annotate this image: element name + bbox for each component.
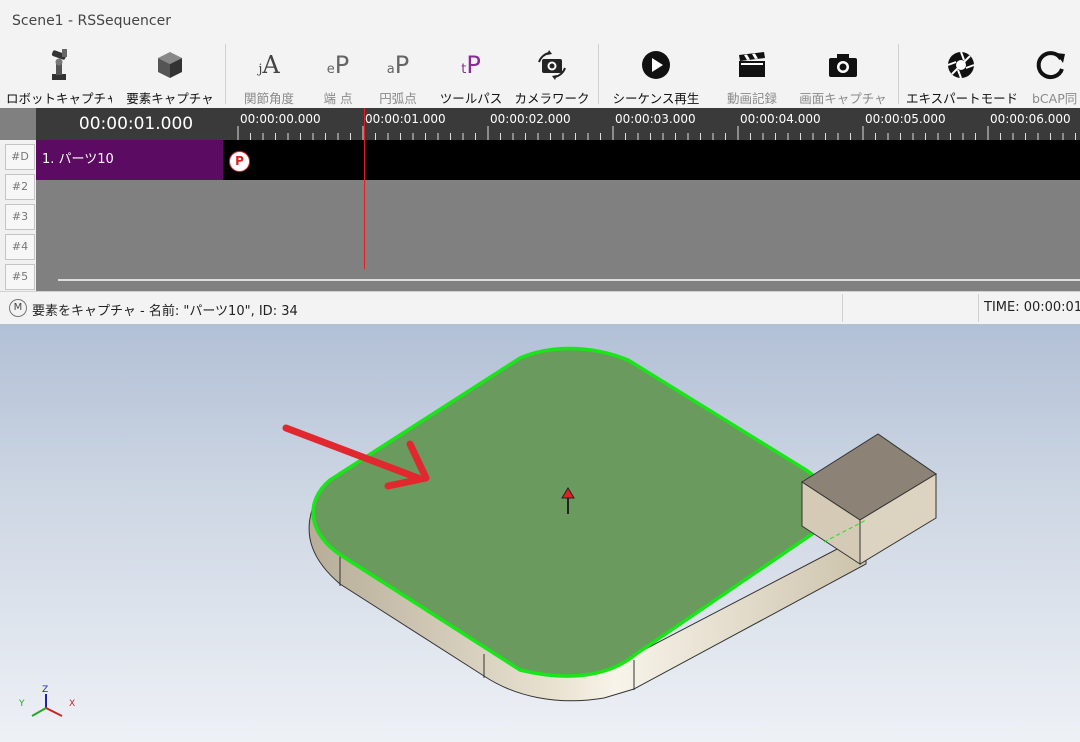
- end-point-button[interactable]: eP 端 点: [310, 44, 366, 108]
- bcap-label: bCAP同: [1032, 91, 1078, 106]
- tool-path-label: ツールパス: [439, 91, 503, 106]
- tick-label: 00:00:02.000: [490, 112, 571, 126]
- status-divider: [842, 294, 843, 322]
- robot-arm-icon: [6, 48, 112, 82]
- tool-path-button[interactable]: tP ツールパス: [434, 44, 508, 108]
- end-point-label: 端 点: [323, 91, 353, 106]
- expert-mode-label: エキスパートモード: [906, 91, 1016, 106]
- bcap-button[interactable]: bCAP同: [1022, 44, 1080, 108]
- mode-badge: M: [9, 299, 27, 317]
- element-capture-button[interactable]: 要素キャプチャ: [122, 44, 218, 108]
- tick-label: 00:00:05.000: [865, 112, 946, 126]
- cube-icon: [122, 48, 218, 82]
- tick-label: 00:00:06.000: [990, 112, 1071, 126]
- row-header[interactable]: #3: [5, 204, 35, 230]
- track-clip-label: 1. パーツ10: [42, 152, 114, 167]
- row-header[interactable]: #D: [5, 144, 35, 170]
- screen-capture-label: 画面キャプチャ: [799, 91, 887, 106]
- part-top-face[interactable]: [311, 346, 833, 678]
- element-capture-label: 要素キャプチャ: [126, 91, 214, 106]
- status-time: TIME: 00:00:01.: [984, 300, 1080, 315]
- timeline-scrollbar[interactable]: [58, 279, 1080, 281]
- arc-point-button[interactable]: aP 円弧点: [368, 44, 428, 108]
- robot-capture-button[interactable]: ロボットキャプチャ: [6, 44, 112, 108]
- track-clip-parts10[interactable]: 1. パーツ10: [36, 140, 223, 180]
- glyph-sub: a: [386, 62, 395, 77]
- toolbar-separator: [598, 44, 599, 104]
- tick-label: 00:00:03.000: [615, 112, 696, 126]
- camera-work-label: カメラワーク: [514, 91, 590, 106]
- position-marker[interactable]: P: [229, 151, 250, 172]
- axis-z-label: Z: [42, 685, 48, 695]
- video-record-button[interactable]: 動画記録: [714, 44, 790, 108]
- tool-path-icon: tP: [434, 48, 508, 82]
- joint-angle-icon: jA: [234, 48, 304, 82]
- sequence-play-button[interactable]: シーケンス再生: [606, 44, 706, 108]
- glyph-main: P: [334, 51, 350, 79]
- glyph-main: P: [466, 51, 481, 79]
- axis-y-label: Y: [18, 699, 25, 709]
- joint-angle-button[interactable]: jA 関節角度: [234, 44, 304, 108]
- toolbar: ロボットキャプチャ 要素キャプチャ jA 関節角度 eP 端 点 aP 円弧点 …: [0, 44, 1080, 108]
- screen-capture-button[interactable]: 画面キャプチャ: [796, 44, 890, 108]
- glyph-main: P: [394, 51, 410, 79]
- status-divider: [978, 294, 979, 322]
- app-window: Scene1 - RSSequencer ロボットキャプチャ 要素キャプチャ j…: [0, 0, 1080, 324]
- tick-label: 00:00:01.000: [365, 112, 446, 126]
- tick-label: 00:00:00.000: [240, 112, 321, 126]
- clapperboard-icon: [714, 48, 790, 82]
- window-title: Scene1 - RSSequencer: [12, 13, 171, 29]
- 3d-viewport[interactable]: Z X Y: [0, 324, 1080, 742]
- camera-work-button[interactable]: カメラワーク: [514, 44, 590, 108]
- tick-label: 00:00:04.000: [740, 112, 821, 126]
- row-header[interactable]: #5: [5, 264, 35, 290]
- toolbar-separator: [225, 44, 226, 104]
- camera-icon: [796, 48, 890, 82]
- expert-mode-button[interactable]: エキスパートモード: [906, 44, 1016, 108]
- sequence-timeline[interactable]: #D #2 #3 #4 #5 00:00:01.000 00:00:00.000…: [0, 108, 1080, 291]
- row-header[interactable]: #4: [5, 234, 35, 260]
- axis-x-label: X: [69, 699, 75, 709]
- arc-point-label: 円弧点: [379, 91, 417, 106]
- axes-gizmo: Z X Y: [18, 685, 75, 717]
- sequence-play-label: シーケンス再生: [612, 91, 700, 106]
- end-point-icon: eP: [310, 48, 366, 82]
- glyph-main: A: [262, 51, 280, 79]
- current-time-display: 00:00:01.000: [36, 108, 236, 140]
- status-bar: M 要素をキャプチャ - 名前: "パーツ10", ID: 34 TIME: 0…: [0, 291, 1080, 324]
- glyph-sub: e: [326, 62, 335, 77]
- title-bar: Scene1 - RSSequencer: [0, 0, 1080, 44]
- play-icon: [606, 48, 706, 82]
- row-headers: #D #2 #3 #4 #5: [0, 140, 36, 291]
- video-record-label: 動画記録: [726, 91, 777, 106]
- camera-work-icon: [514, 48, 590, 82]
- playhead[interactable]: [364, 108, 365, 269]
- toolbar-separator: [898, 44, 899, 104]
- refresh-icon: [1022, 48, 1080, 82]
- status-message: 要素をキャプチャ - 名前: "パーツ10", ID: 34: [32, 304, 298, 319]
- scene-render: Z X Y: [18, 346, 937, 717]
- row-header[interactable]: #2: [5, 174, 35, 200]
- time-ruler[interactable]: 00:00:00.000 00:00:01.000 00:00:02.000 0…: [236, 108, 1080, 140]
- arc-point-icon: aP: [368, 48, 428, 82]
- joint-angle-label: 関節角度: [243, 91, 294, 106]
- robot-capture-label: ロボットキャプチャ: [6, 91, 112, 106]
- aperture-icon: [906, 48, 1016, 82]
